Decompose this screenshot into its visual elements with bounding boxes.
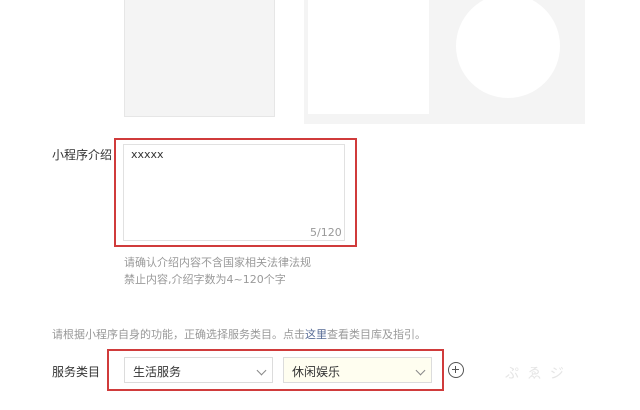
add-category-plus-icon[interactable] — [448, 362, 464, 378]
intro-char-counter: 5/120 — [310, 226, 342, 239]
square-logo-preview — [308, 0, 429, 114]
intro-textarea-value: xxxxx — [131, 148, 164, 161]
intro-label: 小程序介绍 — [52, 148, 113, 162]
secondary-category-value: 休闲娱乐 — [292, 365, 341, 379]
logo-image-placeholder — [124, 0, 275, 117]
watermark: ぷ ゑ ジ — [505, 366, 566, 382]
chevron-down-icon — [415, 365, 426, 376]
primary-category-select[interactable]: 生活服务 — [124, 357, 273, 383]
category-library-link[interactable]: 这里 — [305, 328, 327, 341]
primary-category-value: 生活服务 — [133, 365, 182, 379]
secondary-category-select[interactable]: 休闲娱乐 — [283, 357, 432, 383]
category-hint: 请根据小程序自身的功能，正确选择服务类目。点击这里查看类目库及指引。 — [52, 326, 426, 342]
chevron-down-icon — [256, 365, 267, 376]
category-label: 服务类目 — [52, 365, 101, 379]
category-hint-prefix: 请根据小程序自身的功能，正确选择服务类目。点击 — [52, 328, 305, 341]
intro-hint-line2: 禁止内容,介绍字数为4~120个字 — [124, 273, 286, 286]
intro-hint-line1: 请确认介绍内容不含国家相关法律法规 — [124, 256, 311, 269]
category-hint-suffix: 查看类目库及指引。 — [327, 328, 426, 341]
